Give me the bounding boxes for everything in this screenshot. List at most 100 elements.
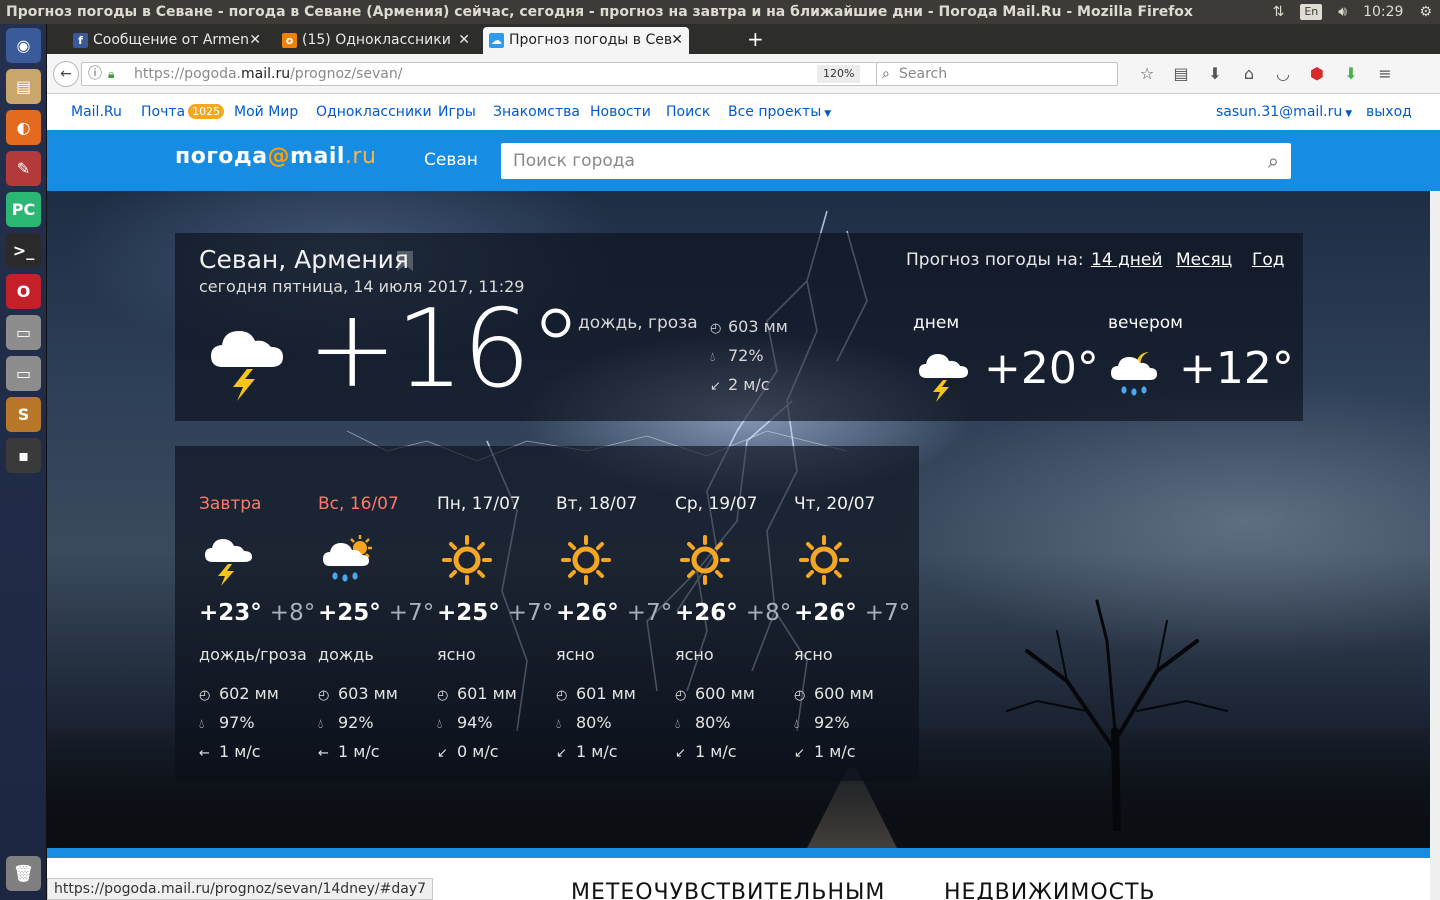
logout-link[interactable]: выход <box>1366 94 1412 130</box>
current-city-link[interactable]: Севан <box>424 150 478 170</box>
wind-arrow-icon: ↙ <box>675 746 686 761</box>
opera-icon[interactable]: O <box>6 274 41 309</box>
odnoklassniki-icon: о <box>282 33 297 48</box>
new-tab-icon[interactable]: + <box>747 27 764 52</box>
day-card[interactable]: Вс, 16/07 +25° +7° дождь ◴ 603 мм 💧︎ 92% ←… <box>294 446 434 781</box>
launcher: ◉ ▤ ◐ ✎ PC >_ O ▭ ▭ S ▪ 🗑︎ <box>0 24 47 900</box>
link-year[interactable]: Год <box>1252 250 1285 270</box>
portal-pochta[interactable]: Почта 1025 <box>141 94 225 130</box>
section-heading-meteo[interactable]: МЕТЕОЧУВСТВИТЕЛЬНЫМ <box>571 880 885 900</box>
day-stats: ◴ 602 мм 💧︎ 97% ← 1 м/с <box>199 680 279 767</box>
volume-icon[interactable]: 🔊︎ <box>1338 0 1347 24</box>
search-input[interactable]: ⌕ Search <box>876 62 1118 86</box>
pochta-label: Почта <box>141 104 186 120</box>
url-text[interactable]: https://pogoda.mail.ru/prognoz/sevan/ <box>134 63 402 85</box>
download-helper-icon[interactable]: ⬇ <box>1334 64 1368 83</box>
day-stats: ◴ 601 мм 💧︎ 80% ↙ 1 м/с <box>556 680 636 767</box>
thunder-cloud-icon <box>919 354 968 402</box>
weather-icon: ☁ <box>489 33 504 48</box>
url-bar[interactable]: ⓘ 🔒︎ https://pogoda.mail.ru/prognoz/seva… <box>81 62 913 86</box>
tab-label: Сообщение от Armen <box>93 32 250 48</box>
day-name: Вт, 18/07 <box>556 494 638 514</box>
portal-news[interactable]: Новости <box>590 94 651 130</box>
menu-icon[interactable]: ≡ <box>1368 64 1402 83</box>
day-name: Завтра <box>199 494 262 514</box>
portal-moi-mir[interactable]: Мой Мир <box>234 94 298 130</box>
page-scrollbar[interactable] <box>1430 191 1440 900</box>
pocket-icon[interactable]: ◡ <box>1266 64 1300 83</box>
humidity-drop-icon: 💧︎ <box>199 717 205 732</box>
files-icon[interactable]: ▤ <box>6 69 41 104</box>
search-icon[interactable]: ⌕ <box>1268 143 1279 179</box>
trash-icon[interactable]: 🗑︎ <box>6 856 41 891</box>
user-menu[interactable]: sasun.31@mail.ru ▼ <box>1216 94 1352 132</box>
mail-count-badge: 1025 <box>188 104 225 119</box>
day-stats: ◴ 600 мм 💧︎ 92% ↙ 1 м/с <box>794 680 874 767</box>
info-icon[interactable]: ⓘ <box>88 63 102 85</box>
day-stats: ◴ 603 мм 💧︎ 92% ← 1 м/с <box>318 680 398 767</box>
zoom-level[interactable]: 120% <box>817 65 861 83</box>
clock[interactable]: 10:29 <box>1363 0 1403 24</box>
pycharm-icon[interactable]: PC <box>6 192 41 227</box>
sun-icon <box>442 535 492 585</box>
close-tab-icon[interactable]: ✕ <box>671 27 683 54</box>
device-icon[interactable]: ▪ <box>6 438 41 473</box>
link-14-days[interactable]: 14 дней <box>1091 250 1162 270</box>
day-card[interactable]: Чт, 20/07 +26° +7° ясно ◴ 600 мм 💧︎ 92% ↙ 1… <box>770 446 910 781</box>
portal-mailru[interactable]: Mail.Ru <box>71 94 122 130</box>
portal-search[interactable]: Поиск <box>666 94 710 130</box>
reading-list-icon[interactable]: ▤ <box>1164 64 1198 83</box>
back-arrow-icon[interactable]: ← <box>53 61 79 87</box>
network-icon[interactable]: ⇅ <box>1273 0 1285 24</box>
link-month[interactable]: Месяц <box>1176 250 1232 270</box>
sun-icon <box>680 535 730 585</box>
status-bar-url: https://pogoda.mail.ru/prognoz/sevan/14d… <box>47 878 434 900</box>
settings-gear-icon[interactable]: ⚙ <box>1419 0 1432 24</box>
tab-facebook[interactable]: f Сообщение от Armen ✕ <box>67 27 267 54</box>
brand-bar: погода@mail.ru Севан Поиск города ⌕ <box>47 130 1440 191</box>
dash-icon[interactable]: ◉ <box>6 28 41 63</box>
terminal-icon[interactable]: >_ <box>6 233 41 268</box>
day-name: Вс, 16/07 <box>318 494 399 514</box>
nav-bar: ← ⓘ 🔒︎ https://pogoda.mail.ru/prognoz/se… <box>47 54 1440 94</box>
close-tab-icon[interactable]: ✕ <box>249 27 261 54</box>
home-icon[interactable]: ⌂ <box>1232 64 1266 83</box>
window-title: Прогноз погоды в Севане - погода в Севан… <box>6 4 1193 20</box>
city-search-placeholder: Поиск города <box>513 151 635 171</box>
day-card[interactable]: Ср, 19/07 +26° +8° ясно ◴ 600 мм 💧︎ 80% ↙ 1… <box>651 446 791 781</box>
page: Mail.Ru Почта 1025 Мой Мир Одноклассники … <box>47 94 1440 900</box>
day-stats: ◴ 600 мм 💧︎ 80% ↙ 1 м/с <box>675 680 755 767</box>
section-heading-realty[interactable]: НЕДВИЖИМОСТЬ <box>944 880 1156 900</box>
moon-cloud-rain-icon <box>1111 352 1157 396</box>
search-icon: ⌕ <box>882 66 890 82</box>
sun-cloud-rain-icon <box>323 535 372 582</box>
drive-2-icon[interactable]: ▭ <box>6 356 41 391</box>
portal-dating[interactable]: Знакомства <box>493 94 580 130</box>
day-card[interactable]: Пн, 17/07 +25° +7° ясно ◴ 601 мм 💧︎ 94% ↙ 0… <box>413 446 553 781</box>
day-card[interactable]: Завтра +23° +8° дождь/гроза ◴ 602 мм 💧︎ 97… <box>175 446 315 781</box>
pogoda-logo[interactable]: погода@mail.ru <box>175 144 376 169</box>
drive-icon[interactable]: ▭ <box>6 315 41 350</box>
close-tab-icon[interactable]: ✕ <box>458 27 470 54</box>
city-search-input[interactable]: Поиск города ⌕ <box>501 143 1291 179</box>
portal-ok[interactable]: Одноклассники <box>316 94 432 130</box>
humidity-drop-icon: 💧︎ <box>318 717 324 732</box>
bookmark-star-icon[interactable]: ☆ <box>1130 64 1164 83</box>
tab-odnoklassniki[interactable]: о (15) Одноклассники ✕ <box>276 27 476 54</box>
firefox-icon[interactable]: ◐ <box>6 110 41 145</box>
chevron-down-icon: ▼ <box>824 109 832 119</box>
system-tools-icon[interactable]: ✎ <box>6 151 41 186</box>
sublime-icon[interactable]: S <box>6 397 41 432</box>
adblock-icon[interactable]: ⬢ <box>1300 64 1334 83</box>
portal-games[interactable]: Игры <box>438 94 476 130</box>
keyboard-layout[interactable]: En <box>1300 4 1323 20</box>
downloads-icon[interactable]: ⬇ <box>1198 64 1232 83</box>
pressure-icon: ◴ <box>675 688 687 703</box>
humidity-drop-icon: 💧︎ <box>556 717 562 732</box>
current-weather-panel: Севан, Армения сегодня пятница, 14 июля … <box>175 233 1303 421</box>
current-condition: дождь, гроза <box>578 313 698 333</box>
day-card[interactable]: Вт, 18/07 +26° +7° ясно ◴ 601 мм 💧︎ 80% ↙ 1… <box>532 446 672 781</box>
portal-all-projects[interactable]: Все проекты ▼ <box>728 94 831 132</box>
wind-value: 2 м/с <box>728 375 770 394</box>
tab-pogoda[interactable]: ☁ Прогноз погоды в Сев ✕ <box>483 27 689 54</box>
